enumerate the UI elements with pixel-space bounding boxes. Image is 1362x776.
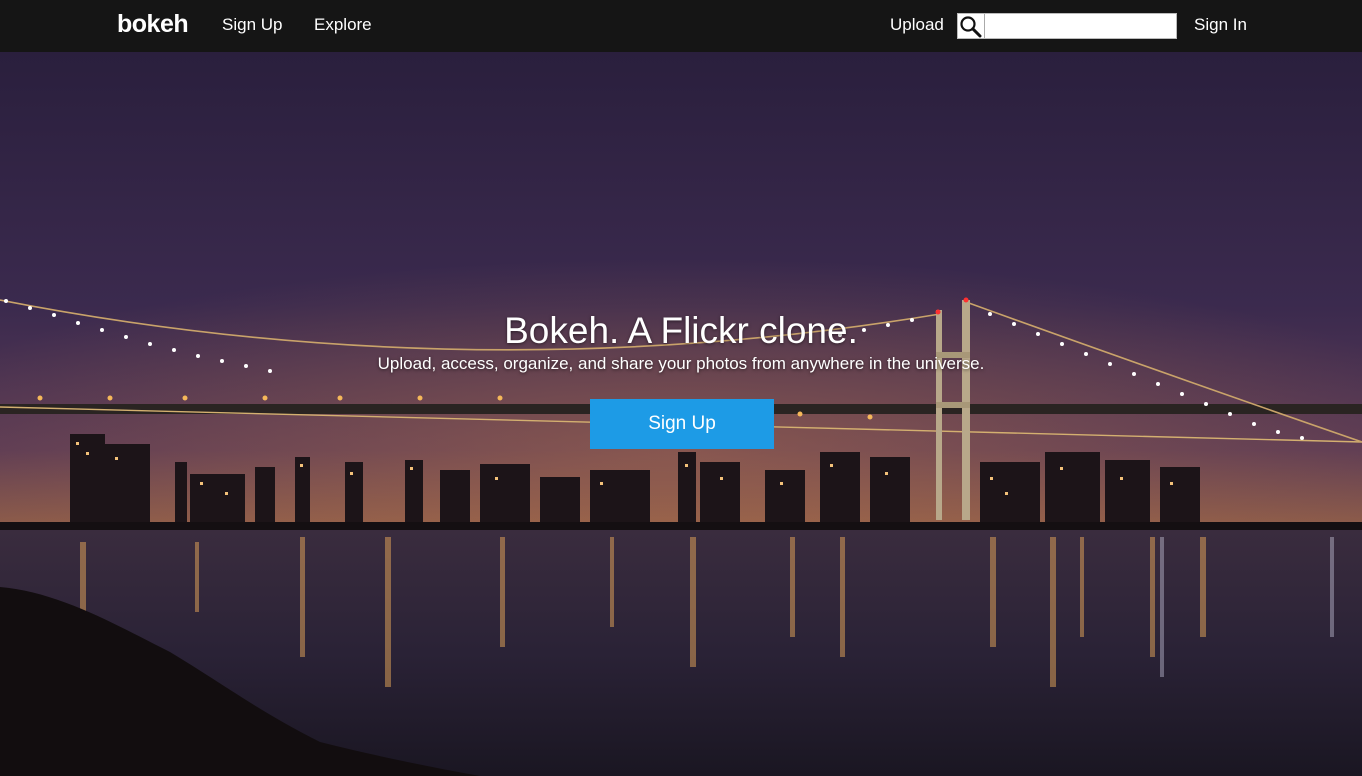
hero-signup-button[interactable]: Sign Up	[590, 399, 774, 449]
search-box	[957, 13, 1177, 39]
hero-title: Bokeh. A Flickr clone.	[504, 310, 858, 351]
search-input[interactable]	[986, 14, 1174, 38]
nav-signup-link[interactable]: Sign Up	[222, 15, 282, 35]
search-icon[interactable]	[958, 14, 985, 38]
top-nav: bokeh Sign Up Explore Upload Sign In	[0, 0, 1362, 52]
nav-signin-link[interactable]: Sign In	[1194, 15, 1247, 35]
hero-section: Bokeh. A Flickr clone. Upload, access, o…	[0, 52, 1362, 776]
nav-explore-link[interactable]: Explore	[314, 15, 372, 35]
nav-upload-link[interactable]: Upload	[890, 15, 944, 35]
logo[interactable]: bokeh	[117, 10, 189, 39]
hero-subtitle: Upload, access, organize, and share your…	[377, 354, 985, 373]
